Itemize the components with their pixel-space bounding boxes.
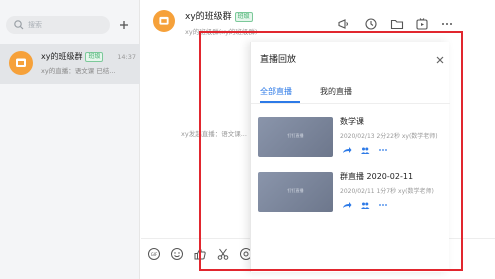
svg-text:GIF: GIF xyxy=(151,252,158,257)
group-name: xy的班级群 xyxy=(185,12,232,22)
sidebar: 搜索 xy的班级群 班级 14:37 xy的直播：语文课 已结... xyxy=(0,0,140,279)
chat-name: xy的班级群 xyxy=(41,52,83,61)
class-badge: 班级 xyxy=(85,52,104,62)
emoji-icon[interactable] xyxy=(170,247,184,261)
app-window: 搜索 xy的班级群 班级 14:37 xy的直播：语文课 已结... xy的班级… xyxy=(0,0,495,279)
chat-time: 14:37 xyxy=(117,53,136,61)
chat-preview: xy的直播：语文课 已结... xyxy=(41,67,116,75)
class-badge: 班级 xyxy=(234,12,253,22)
header-avatar[interactable] xyxy=(153,10,175,32)
plus-icon[interactable] xyxy=(116,17,132,33)
chat-list-item[interactable]: xy的班级群 班级 14:37 xy的直播：语文课 已结... xyxy=(0,44,140,84)
folder-icon[interactable] xyxy=(390,17,404,31)
search-box[interactable]: 搜索 xyxy=(6,16,110,34)
clock-icon[interactable] xyxy=(364,17,378,31)
group-avatar xyxy=(9,51,33,75)
group-logo-icon xyxy=(16,58,26,67)
announcement-icon[interactable] xyxy=(337,17,351,31)
group-logo-icon xyxy=(159,16,169,25)
gif-icon[interactable]: GIF xyxy=(147,247,161,261)
more-icon[interactable] xyxy=(440,17,454,31)
search-input[interactable]: 搜索 xyxy=(28,19,42,31)
highlight-box xyxy=(199,31,463,271)
search-icon xyxy=(14,20,24,30)
live-icon[interactable] xyxy=(415,17,429,31)
